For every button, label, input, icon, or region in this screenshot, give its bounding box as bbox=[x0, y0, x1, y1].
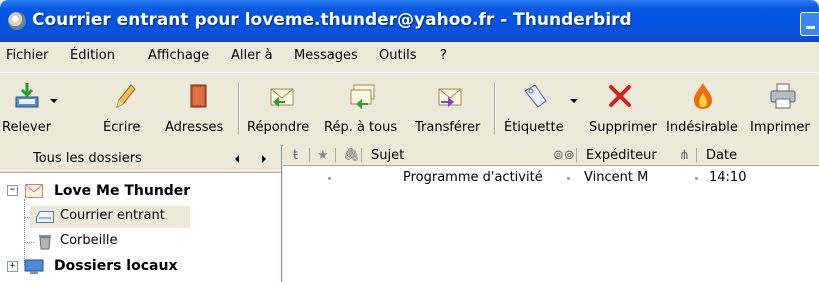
menu-fichier[interactable]: Fichier bbox=[6, 48, 49, 63]
tag-dropdown-icon[interactable] bbox=[570, 99, 578, 103]
folder-corbeille[interactable]: Corbeille bbox=[30, 231, 190, 253]
column-separator[interactable] bbox=[309, 148, 310, 162]
menu-aller-a[interactable]: Aller à bbox=[231, 48, 273, 63]
reply-all-icon bbox=[350, 84, 375, 109]
sender-column-header[interactable]: Expéditeur bbox=[586, 148, 657, 163]
trash-icon bbox=[39, 235, 51, 250]
column-separator[interactable] bbox=[335, 148, 336, 162]
folder-view-next-icon[interactable] bbox=[262, 155, 266, 163]
mail-account-icon bbox=[25, 184, 43, 198]
reply-icon bbox=[270, 88, 294, 107]
reply-label: Répondre bbox=[247, 120, 310, 135]
message-date: 14:10 bbox=[709, 170, 747, 185]
menu-affichage[interactable]: Affichage bbox=[148, 48, 209, 63]
expand-icon[interactable]: + bbox=[7, 261, 18, 272]
folder-view-label: Tous les dossiers bbox=[33, 151, 142, 166]
folder-courrier-entrant[interactable]: Courrier entrant bbox=[30, 206, 190, 228]
forward-icon bbox=[438, 88, 462, 107]
pencil-icon bbox=[116, 84, 136, 108]
tag-button[interactable]: Étiquette bbox=[502, 73, 582, 143]
thunderbird-app-icon[interactable] bbox=[8, 12, 26, 30]
toolbar-separator bbox=[494, 83, 496, 135]
column-separator[interactable] bbox=[696, 148, 697, 162]
minimize-icon bbox=[806, 26, 815, 29]
address-book-button[interactable]: Adresses bbox=[163, 73, 233, 143]
delete-icon bbox=[609, 85, 631, 107]
main-toolbar: Relever Écrire Adresses Répondre Rép. à … bbox=[0, 72, 819, 146]
folder-view-prev-icon[interactable] bbox=[235, 155, 239, 163]
account-name: Dossiers locaux bbox=[54, 258, 178, 274]
write-button[interactable]: Écrire bbox=[98, 73, 148, 143]
print-label: Imprimer bbox=[750, 120, 810, 135]
thread-column-header: ŧ ★ 🖇 Sujet ⊚⊚ Expéditeur ⋔ Date bbox=[283, 145, 819, 166]
printer-icon bbox=[770, 83, 796, 109]
delete-label: Supprimer bbox=[589, 120, 657, 135]
date-column-header[interactable]: Date bbox=[706, 148, 737, 163]
tag-icon bbox=[524, 84, 547, 108]
print-button[interactable]: Imprimer bbox=[748, 73, 818, 143]
menu-edition[interactable]: Édition bbox=[70, 48, 115, 63]
inbox-icon bbox=[36, 211, 54, 223]
column-separator[interactable] bbox=[361, 148, 362, 162]
attachment-column-icon[interactable]: 🖇 bbox=[343, 148, 360, 163]
minimize-button[interactable] bbox=[800, 12, 819, 36]
delete-button[interactable]: Supprimer bbox=[587, 73, 661, 143]
get-mail-button[interactable]: Relever bbox=[0, 73, 80, 143]
account-love-me-thunder[interactable]: − Love Me Thunder bbox=[0, 181, 281, 203]
menu-help[interactable]: ? bbox=[440, 48, 447, 63]
folder-label: Corbeille bbox=[60, 233, 118, 248]
reply-all-label: Rép. à tous bbox=[324, 120, 398, 135]
account-dossiers-locaux[interactable]: + Dossiers locaux bbox=[0, 256, 281, 278]
subject-column-header[interactable]: Sujet bbox=[371, 148, 404, 163]
reply-button[interactable]: Répondre bbox=[245, 73, 317, 143]
write-label: Écrire bbox=[103, 120, 141, 135]
title-bar: Courrier entrant pour loveme.thunder@yah… bbox=[0, 0, 819, 42]
message-row[interactable]: Programme d'activité Vincent M 14:10 bbox=[283, 167, 819, 187]
address-book-icon bbox=[190, 84, 207, 108]
forward-label: Transférer bbox=[415, 120, 481, 135]
junk-indicator-dot[interactable] bbox=[695, 177, 698, 180]
menu-bar: Fichier Édition Affichage Aller à Messag… bbox=[0, 42, 819, 72]
junk-button[interactable]: Indésirable bbox=[664, 73, 746, 143]
thread-pane: ŧ ★ 🖇 Sujet ⊚⊚ Expéditeur ⋔ Date Program… bbox=[283, 145, 819, 282]
menu-outils[interactable]: Outils bbox=[379, 48, 417, 63]
column-separator[interactable] bbox=[576, 148, 577, 162]
menu-messages[interactable]: Messages bbox=[294, 48, 358, 63]
junk-status-column-icon[interactable]: ⋔ bbox=[679, 148, 690, 163]
local-folders-icon bbox=[24, 259, 44, 274]
folder-label: Courrier entrant bbox=[60, 208, 165, 223]
reply-all-button[interactable]: Rép. à tous bbox=[322, 73, 410, 143]
collapse-icon[interactable]: − bbox=[7, 185, 18, 196]
message-subject: Programme d'activité bbox=[403, 170, 543, 185]
read-indicator-dot[interactable] bbox=[567, 177, 570, 180]
junk-flame-icon bbox=[694, 83, 712, 109]
folder-pane: Tous les dossiers − Love Me Thunder Cour… bbox=[0, 145, 282, 282]
forward-button[interactable]: Transférer bbox=[413, 73, 489, 143]
get-mail-dropdown-icon[interactable] bbox=[50, 99, 58, 103]
message-sender: Vincent M bbox=[584, 170, 649, 185]
get-mail-icon bbox=[15, 83, 39, 108]
tag-label: Étiquette bbox=[504, 120, 564, 135]
toolbar-separator bbox=[238, 83, 240, 135]
folder-pane-header[interactable]: Tous les dossiers bbox=[0, 145, 281, 173]
window-title: Courrier entrant pour loveme.thunder@yah… bbox=[32, 10, 632, 30]
read-status-column-icon[interactable]: ⊚⊚ bbox=[553, 148, 575, 163]
thread-column-icon[interactable]: ŧ bbox=[293, 148, 298, 163]
get-mail-label: Relever bbox=[2, 120, 52, 135]
star-column-icon[interactable]: ★ bbox=[317, 148, 329, 163]
junk-label: Indésirable bbox=[666, 120, 738, 135]
address-book-label: Adresses bbox=[165, 120, 224, 135]
account-name: Love Me Thunder bbox=[54, 183, 191, 199]
star-indicator-dot[interactable] bbox=[328, 177, 331, 180]
